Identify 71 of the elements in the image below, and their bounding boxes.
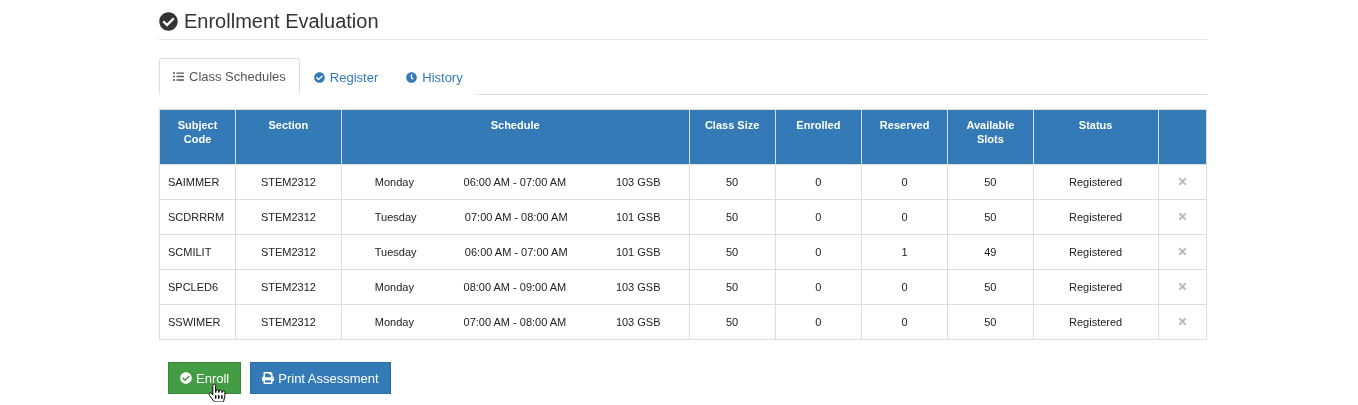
- column-header: Reserved: [861, 109, 948, 165]
- room-text: 101 GSB: [615, 211, 661, 223]
- clock-icon: [406, 71, 418, 83]
- table-cell: SSWIMER: [159, 304, 236, 340]
- table-cell: 50: [689, 164, 776, 200]
- column-header: Section: [235, 109, 342, 165]
- table-cell: Registered: [1033, 269, 1159, 305]
- day-text: Monday: [374, 176, 414, 188]
- table-cell: 0: [775, 304, 862, 340]
- remove-icon[interactable]: [1176, 210, 1188, 222]
- table-cell: Registered: [1033, 164, 1159, 200]
- table-cell: STEM2312: [235, 269, 342, 305]
- table-cell: STEM2312: [235, 164, 342, 200]
- table-cell: 50: [947, 199, 1034, 235]
- day-text: Monday: [374, 316, 414, 328]
- table-cell: 50: [689, 269, 776, 305]
- room-text: 103 GSB: [615, 316, 661, 328]
- remove-icon[interactable]: [1176, 245, 1188, 257]
- day-text: Tuesday: [374, 246, 417, 258]
- page-title: Enrollment Evaluation: [184, 9, 379, 34]
- table-cell: 0: [775, 199, 862, 235]
- table-cell: 50: [947, 164, 1034, 200]
- enroll-button[interactable]: Enroll: [168, 362, 242, 394]
- table-cell: 50: [947, 304, 1034, 340]
- table-cell: STEM2312: [235, 304, 342, 340]
- table-cell: 50: [947, 269, 1034, 305]
- table-cell: 0: [775, 164, 862, 200]
- time-text: 06:00 AM - 07:00 AM: [464, 246, 568, 258]
- list-icon: [173, 71, 184, 82]
- table-cell: SCMILIT: [159, 234, 236, 270]
- time-text: 07:00 AM - 08:00 AM: [463, 316, 567, 328]
- day-text: Tuesday: [374, 211, 417, 223]
- table-cell: 0: [861, 199, 948, 235]
- column-header: Subject Code: [159, 109, 236, 165]
- table-cell: STEM2312: [235, 199, 342, 235]
- table-cell: 0: [775, 234, 862, 270]
- hand-cursor-icon: [208, 384, 226, 402]
- table-cell: Registered: [1033, 234, 1159, 270]
- table-cell: STEM2312: [235, 234, 342, 270]
- column-header: Enrolled: [775, 109, 862, 165]
- table-cell: SPCLED6: [159, 269, 236, 305]
- table-cell: Registered: [1033, 199, 1159, 235]
- table-cell: 49: [947, 234, 1034, 270]
- table-cell: SCDRRRM: [159, 199, 236, 235]
- time-text: 07:00 AM - 08:00 AM: [464, 211, 568, 223]
- remove-icon[interactable]: [1176, 175, 1188, 187]
- table-cell: 0: [775, 269, 862, 305]
- table-cell: SAIMMER: [159, 164, 236, 200]
- table-cell: 50: [689, 304, 776, 340]
- table-cell: 0: [861, 269, 948, 305]
- table-cell: 50: [689, 234, 776, 270]
- print-icon: [262, 372, 275, 384]
- column-header: Class Size: [689, 109, 776, 165]
- time-text: 08:00 AM - 09:00 AM: [463, 281, 567, 293]
- table-cell: Registered: [1033, 304, 1159, 340]
- room-text: 103 GSB: [615, 281, 661, 293]
- time-text: 06:00 AM - 07:00 AM: [463, 176, 567, 188]
- remove-icon[interactable]: [1176, 315, 1188, 327]
- remove-icon[interactable]: [1176, 280, 1188, 292]
- room-text: 101 GSB: [615, 246, 661, 258]
- room-text: 103 GSB: [615, 176, 661, 188]
- table-cell: 50: [689, 199, 776, 235]
- column-header: Available Slots: [947, 109, 1034, 165]
- table-cell: 0: [861, 164, 948, 200]
- column-header: Schedule: [341, 109, 689, 165]
- table-cell: 1: [861, 234, 948, 270]
- tab[interactable]: Class Schedules: [159, 58, 300, 95]
- table-cell: 0: [861, 304, 948, 340]
- day-text: Monday: [374, 281, 414, 293]
- print-button[interactable]: Print Assessment: [250, 362, 391, 394]
- column-header: Status: [1033, 109, 1159, 165]
